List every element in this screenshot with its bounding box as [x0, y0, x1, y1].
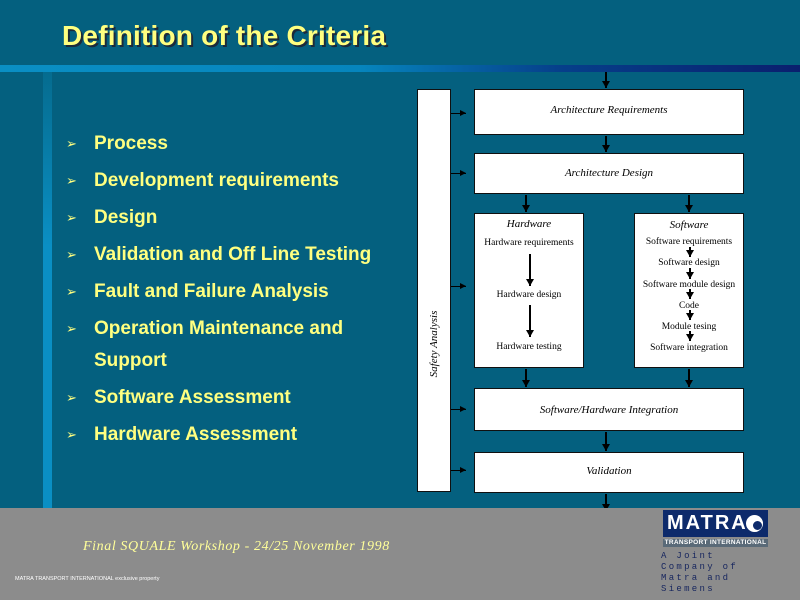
list-item-label: Fault and Failure Analysis [94, 281, 329, 302]
list-item: ➢ Validation and Off Line Testing [66, 239, 406, 276]
list-item: ➢ Hardware Assessment [66, 419, 406, 456]
logo-tagline: A Joint Company of Matra and Siemens [661, 551, 771, 595]
copyright-notice: MATRA TRANSPORT INTERNATIONAL exclusive … [15, 576, 160, 582]
list-item-label-line1: Operation Maintenance and [94, 318, 344, 339]
architecture-design-label: Architecture Design [564, 167, 654, 179]
chevron-right-icon: ➢ [66, 390, 77, 405]
globe-icon [746, 515, 763, 532]
software-step: Software integration [650, 343, 728, 353]
matra-logo: MATRA [663, 510, 768, 537]
list-item-label: Process [94, 133, 168, 154]
safety-analysis-label: Safety Analysis [428, 310, 440, 378]
chevron-right-icon: ➢ [66, 321, 77, 336]
logo-tagline-line1: A Joint Company of [661, 551, 739, 572]
integration-label: Software/Hardware Integration [539, 404, 679, 416]
hardware-step: Hardware testing [496, 342, 562, 352]
architecture-design-box: Architecture Design [474, 153, 744, 194]
hardware-heading: Hardware [506, 218, 552, 230]
architecture-requirements-label: Architecture Requirements [550, 104, 668, 116]
criteria-list: ➢ Process ➢ Development requirements ➢ D… [66, 128, 406, 456]
slide-title: Definition of the Criteria [62, 20, 387, 51]
logo-subtitle: TRANSPORT INTERNATIONAL [663, 539, 768, 547]
list-item: ➢ Development requirements [66, 165, 406, 202]
hardware-step: Hardware requirements [484, 238, 574, 248]
hardware-box: Hardware Hardware requirements Hardware … [474, 213, 584, 368]
validation-label: Validation [586, 465, 632, 477]
list-item-label: Hardware Assessment [94, 424, 298, 445]
chevron-right-icon: ➢ [66, 210, 77, 225]
list-item-label: Validation and Off Line Testing [94, 244, 372, 265]
list-item-label: Design [94, 207, 158, 228]
chevron-right-icon: ➢ [66, 247, 77, 262]
left-accent-stripe [43, 72, 52, 508]
chevron-right-icon: ➢ [66, 284, 77, 299]
list-item-label: Development requirements [94, 170, 339, 191]
software-heading: Software [669, 219, 709, 231]
list-item-label-line2: Support [94, 350, 167, 371]
chevron-right-icon: ➢ [66, 173, 77, 188]
software-step: Software design [658, 258, 720, 268]
list-item: ➢ Design [66, 202, 406, 239]
software-step: Software requirements [645, 237, 733, 247]
validation-box: Validation [474, 452, 744, 493]
list-item: ➢ Software Assessment [66, 382, 406, 419]
list-item-label: Software Assessment [94, 387, 291, 408]
list-item: ➢ Process [66, 128, 406, 165]
integration-box: Software/Hardware Integration [474, 388, 744, 431]
chevron-right-icon: ➢ [66, 136, 77, 151]
hardware-step: Hardware design [496, 290, 562, 300]
logo-tagline-line2: Matra and Siemens [661, 573, 731, 594]
title-underline-rule [0, 65, 800, 72]
architecture-requirements-box: Architecture Requirements [474, 89, 744, 135]
safety-analysis-column: Safety Analysis [417, 89, 451, 492]
chevron-right-icon: ➢ [66, 427, 77, 442]
list-item: ➢ Fault and Failure Analysis [66, 276, 406, 313]
list-item: ➢ Operation Maintenance and Support [66, 313, 406, 382]
workshop-caption: Final SQUALE Workshop - 24/25 November 1… [83, 539, 390, 554]
logo-name: MATRA [667, 512, 748, 534]
